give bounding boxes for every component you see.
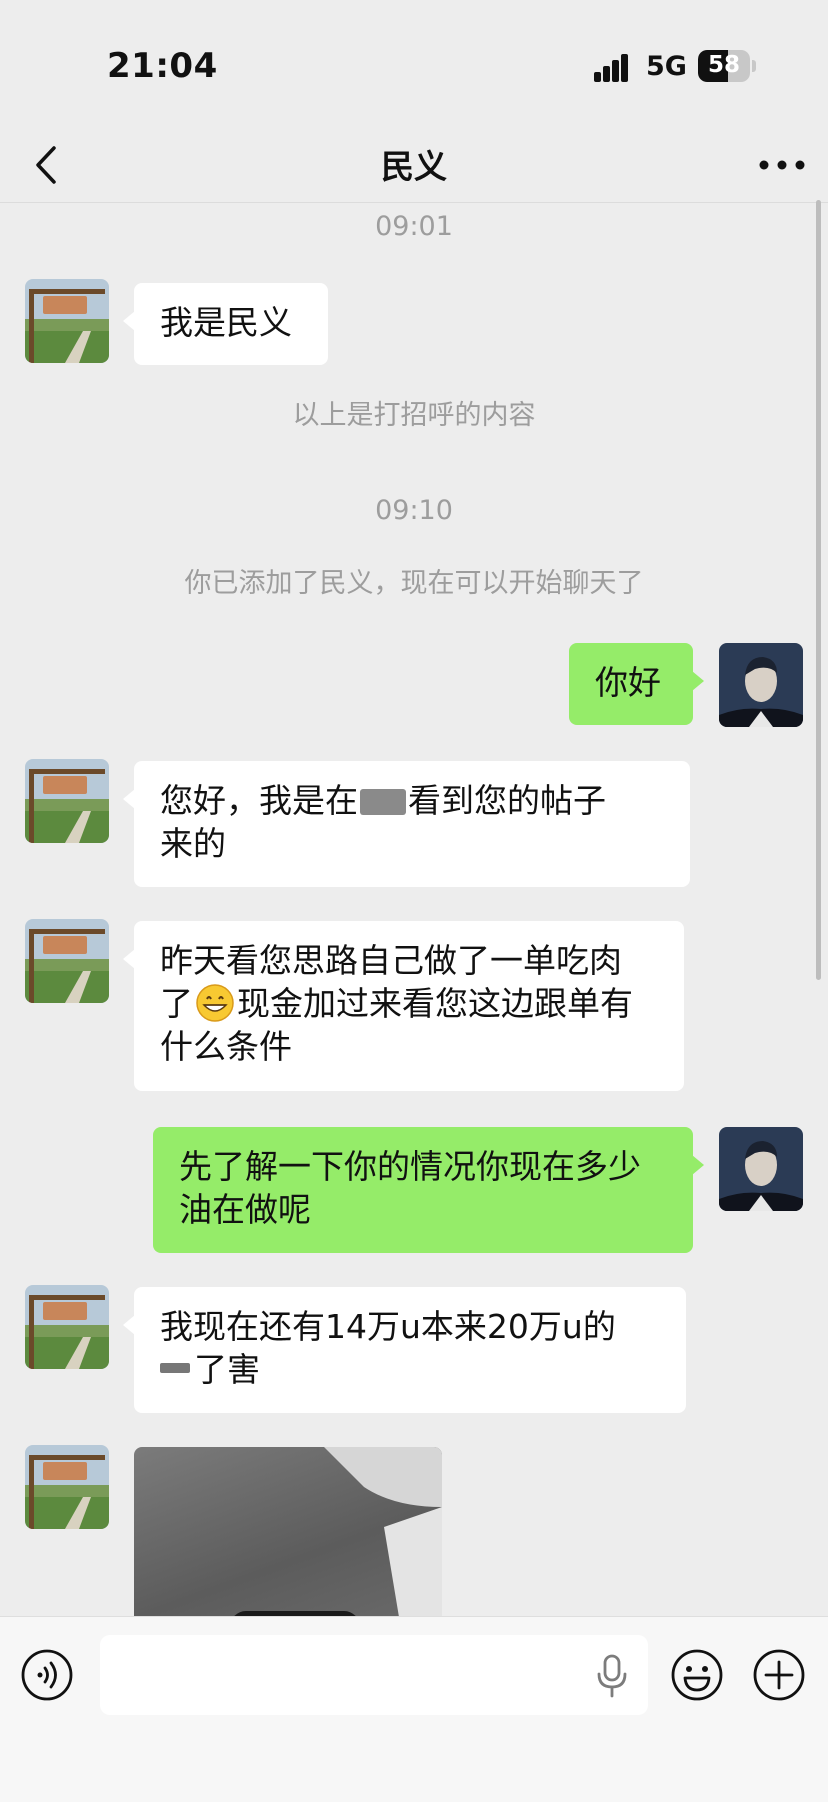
timestamp: 09:01 — [375, 211, 453, 242]
censor-mark — [160, 1363, 190, 1373]
system-notice: 以上是打招呼的内容 — [292, 400, 536, 431]
message-text: 油在做呢 — [179, 1190, 311, 1229]
battery-level: 58 — [707, 52, 740, 78]
message-text: 了害 — [194, 1350, 260, 1389]
message-text: 您好，我是在 — [160, 781, 358, 820]
contact-avatar[interactable] — [25, 279, 109, 363]
image-message[interactable] — [134, 1447, 442, 1616]
contact-avatar[interactable] — [25, 1445, 109, 1529]
message-list[interactable]: 09:01 我是民义 以上是打招呼的内容 09:10 你已添加了民义，现在可以开… — [0, 203, 828, 1616]
message-input[interactable] — [100, 1635, 648, 1715]
message-text: 看到您的帖子 — [408, 781, 606, 820]
message-bubble-incoming[interactable]: 您好，我是在 看到您的帖子 来的 — [123, 761, 690, 887]
chat-header: 民义 — [0, 130, 828, 203]
message-text: 了 — [160, 984, 193, 1023]
plus-icon[interactable] — [752, 1648, 806, 1702]
censor-mark — [360, 789, 406, 815]
message-text: 先了解一下你的情况你现在多少 — [179, 1147, 641, 1186]
timestamp: 09:10 — [375, 495, 453, 526]
my-avatar[interactable] — [719, 643, 803, 727]
contact-avatar[interactable] — [25, 919, 109, 1003]
message-bubble-incoming[interactable]: 我是民义 — [123, 283, 328, 365]
status-time: 21:04 — [107, 46, 218, 86]
message-bubble-incoming[interactable]: 昨天看您思路自己做了一单吃肉 了 现金加过来看您这边跟单有 什么条件 — [123, 921, 684, 1091]
message-text: 我是民义 — [160, 303, 292, 342]
battery-icon: 58 — [698, 50, 750, 82]
input-bar — [0, 1616, 828, 1802]
battery-tip — [752, 60, 756, 72]
message-bubble-incoming[interactable]: 我现在还有14万u本来20万u的 了害 — [123, 1287, 686, 1413]
message-text: 昨天看您思路自己做了一单吃肉 — [160, 941, 622, 980]
network-type: 5G — [646, 51, 687, 82]
status-bar: 21:04 5G 58 — [0, 0, 828, 130]
microphone-icon[interactable] — [592, 1653, 632, 1699]
chat-title: 民义 — [381, 147, 447, 186]
message-text: 来的 — [160, 824, 226, 863]
message-text: 现金加过来看您这边跟单有 — [237, 984, 633, 1023]
voice-mode-icon[interactable] — [20, 1648, 74, 1702]
ellipsis-icon[interactable] — [756, 150, 808, 180]
emoji-icon[interactable] — [670, 1648, 724, 1702]
system-notice: 你已添加了民义，现在可以开始聊天了 — [184, 568, 644, 599]
contact-avatar[interactable] — [25, 1285, 109, 1369]
scrollbar[interactable] — [816, 200, 821, 980]
message-bubble-outgoing[interactable]: 先了解一下你的情况你现在多少 油在做呢 — [153, 1127, 704, 1253]
my-avatar[interactable] — [719, 1127, 803, 1211]
message-text: 我现在还有14万u本来20万u的 — [160, 1307, 616, 1346]
grin-emoji-icon — [195, 983, 235, 1023]
message-text: 什么条件 — [160, 1027, 292, 1066]
signal-icon — [594, 52, 636, 82]
contact-avatar[interactable] — [25, 759, 109, 843]
message-bubble-outgoing[interactable]: 你好 — [569, 643, 704, 725]
message-text: 你好 — [595, 663, 661, 702]
